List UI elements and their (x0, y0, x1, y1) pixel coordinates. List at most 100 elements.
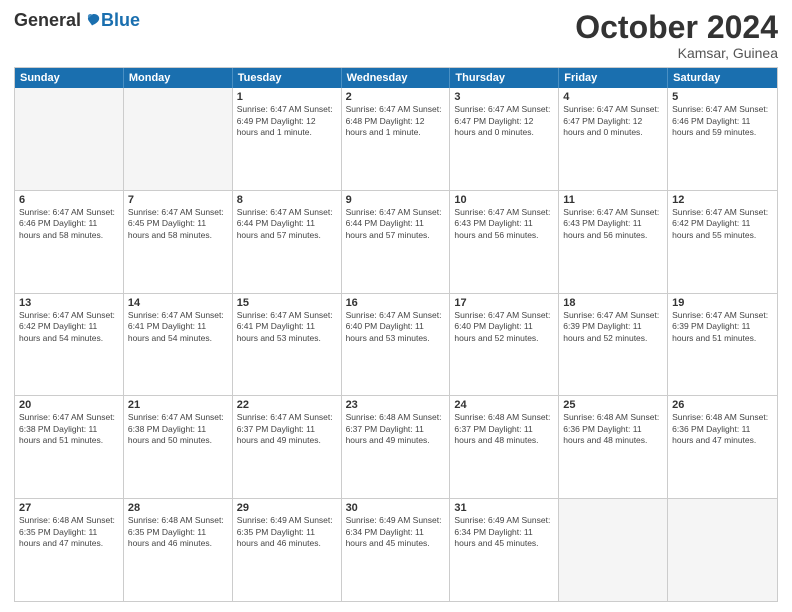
day-number: 7 (128, 194, 228, 206)
day-info: Sunrise: 6:49 AM Sunset: 6:35 PM Dayligh… (237, 515, 337, 549)
day-info: Sunrise: 6:47 AM Sunset: 6:44 PM Dayligh… (346, 207, 446, 241)
day-number: 14 (128, 297, 228, 309)
day-number: 8 (237, 194, 337, 206)
calendar-cell: 26Sunrise: 6:48 AM Sunset: 6:36 PM Dayli… (668, 396, 777, 498)
calendar-cell: 9Sunrise: 6:47 AM Sunset: 6:44 PM Daylig… (342, 191, 451, 293)
calendar-cell: 22Sunrise: 6:47 AM Sunset: 6:37 PM Dayli… (233, 396, 342, 498)
header-day-friday: Friday (559, 68, 668, 88)
day-info: Sunrise: 6:47 AM Sunset: 6:49 PM Dayligh… (237, 104, 337, 138)
day-number: 22 (237, 399, 337, 411)
day-number: 19 (672, 297, 773, 309)
calendar-week-2: 6Sunrise: 6:47 AM Sunset: 6:46 PM Daylig… (15, 191, 777, 294)
calendar-cell: 2Sunrise: 6:47 AM Sunset: 6:48 PM Daylig… (342, 88, 451, 190)
calendar-cell: 11Sunrise: 6:47 AM Sunset: 6:43 PM Dayli… (559, 191, 668, 293)
calendar-cell: 21Sunrise: 6:47 AM Sunset: 6:38 PM Dayli… (124, 396, 233, 498)
day-number: 17 (454, 297, 554, 309)
calendar-cell: 16Sunrise: 6:47 AM Sunset: 6:40 PM Dayli… (342, 294, 451, 396)
header-day-wednesday: Wednesday (342, 68, 451, 88)
day-number: 20 (19, 399, 119, 411)
day-info: Sunrise: 6:49 AM Sunset: 6:34 PM Dayligh… (454, 515, 554, 549)
day-number: 9 (346, 194, 446, 206)
logo-general-text: General (14, 10, 81, 31)
logo-bird-icon (83, 12, 101, 30)
day-info: Sunrise: 6:47 AM Sunset: 6:47 PM Dayligh… (563, 104, 663, 138)
day-info: Sunrise: 6:47 AM Sunset: 6:44 PM Dayligh… (237, 207, 337, 241)
day-number: 15 (237, 297, 337, 309)
calendar-cell: 6Sunrise: 6:47 AM Sunset: 6:46 PM Daylig… (15, 191, 124, 293)
calendar-cell: 10Sunrise: 6:47 AM Sunset: 6:43 PM Dayli… (450, 191, 559, 293)
title-block: October 2024 Kamsar, Guinea (575, 10, 778, 61)
day-info: Sunrise: 6:47 AM Sunset: 6:43 PM Dayligh… (563, 207, 663, 241)
day-info: Sunrise: 6:47 AM Sunset: 6:46 PM Dayligh… (672, 104, 773, 138)
day-number: 12 (672, 194, 773, 206)
day-info: Sunrise: 6:49 AM Sunset: 6:34 PM Dayligh… (346, 515, 446, 549)
day-number: 21 (128, 399, 228, 411)
day-info: Sunrise: 6:47 AM Sunset: 6:37 PM Dayligh… (237, 412, 337, 446)
day-info: Sunrise: 6:48 AM Sunset: 6:36 PM Dayligh… (672, 412, 773, 446)
day-info: Sunrise: 6:47 AM Sunset: 6:46 PM Dayligh… (19, 207, 119, 241)
day-info: Sunrise: 6:48 AM Sunset: 6:35 PM Dayligh… (19, 515, 119, 549)
calendar-body: 1Sunrise: 6:47 AM Sunset: 6:49 PM Daylig… (15, 88, 777, 601)
calendar-cell: 24Sunrise: 6:48 AM Sunset: 6:37 PM Dayli… (450, 396, 559, 498)
day-number: 2 (346, 91, 446, 103)
calendar-cell: 25Sunrise: 6:48 AM Sunset: 6:36 PM Dayli… (559, 396, 668, 498)
day-number: 23 (346, 399, 446, 411)
calendar-cell: 5Sunrise: 6:47 AM Sunset: 6:46 PM Daylig… (668, 88, 777, 190)
day-number: 28 (128, 502, 228, 514)
day-info: Sunrise: 6:47 AM Sunset: 6:41 PM Dayligh… (237, 310, 337, 344)
header-day-sunday: Sunday (15, 68, 124, 88)
calendar-cell: 8Sunrise: 6:47 AM Sunset: 6:44 PM Daylig… (233, 191, 342, 293)
day-number: 18 (563, 297, 663, 309)
calendar-cell: 23Sunrise: 6:48 AM Sunset: 6:37 PM Dayli… (342, 396, 451, 498)
calendar-week-3: 13Sunrise: 6:47 AM Sunset: 6:42 PM Dayli… (15, 294, 777, 397)
day-info: Sunrise: 6:47 AM Sunset: 6:47 PM Dayligh… (454, 104, 554, 138)
header-day-saturday: Saturday (668, 68, 777, 88)
day-number: 13 (19, 297, 119, 309)
calendar-cell (124, 88, 233, 190)
day-info: Sunrise: 6:47 AM Sunset: 6:48 PM Dayligh… (346, 104, 446, 138)
day-info: Sunrise: 6:47 AM Sunset: 6:42 PM Dayligh… (19, 310, 119, 344)
calendar-cell (668, 499, 777, 601)
day-number: 31 (454, 502, 554, 514)
calendar-cell: 7Sunrise: 6:47 AM Sunset: 6:45 PM Daylig… (124, 191, 233, 293)
calendar-cell: 4Sunrise: 6:47 AM Sunset: 6:47 PM Daylig… (559, 88, 668, 190)
day-number: 5 (672, 91, 773, 103)
day-info: Sunrise: 6:47 AM Sunset: 6:41 PM Dayligh… (128, 310, 228, 344)
calendar-cell: 20Sunrise: 6:47 AM Sunset: 6:38 PM Dayli… (15, 396, 124, 498)
day-number: 1 (237, 91, 337, 103)
calendar-cell: 18Sunrise: 6:47 AM Sunset: 6:39 PM Dayli… (559, 294, 668, 396)
calendar-cell: 29Sunrise: 6:49 AM Sunset: 6:35 PM Dayli… (233, 499, 342, 601)
page-container: General Blue October 2024 Kamsar, Guinea… (0, 0, 792, 612)
calendar-cell: 3Sunrise: 6:47 AM Sunset: 6:47 PM Daylig… (450, 88, 559, 190)
calendar-cell: 31Sunrise: 6:49 AM Sunset: 6:34 PM Dayli… (450, 499, 559, 601)
logo: General Blue (14, 10, 140, 31)
day-number: 30 (346, 502, 446, 514)
calendar-cell: 15Sunrise: 6:47 AM Sunset: 6:41 PM Dayli… (233, 294, 342, 396)
day-number: 3 (454, 91, 554, 103)
day-info: Sunrise: 6:48 AM Sunset: 6:36 PM Dayligh… (563, 412, 663, 446)
day-number: 11 (563, 194, 663, 206)
calendar-cell: 19Sunrise: 6:47 AM Sunset: 6:39 PM Dayli… (668, 294, 777, 396)
calendar-cell (559, 499, 668, 601)
day-number: 29 (237, 502, 337, 514)
calendar-week-5: 27Sunrise: 6:48 AM Sunset: 6:35 PM Dayli… (15, 499, 777, 601)
calendar-cell: 28Sunrise: 6:48 AM Sunset: 6:35 PM Dayli… (124, 499, 233, 601)
day-info: Sunrise: 6:47 AM Sunset: 6:39 PM Dayligh… (672, 310, 773, 344)
day-info: Sunrise: 6:48 AM Sunset: 6:37 PM Dayligh… (346, 412, 446, 446)
day-number: 6 (19, 194, 119, 206)
header-day-monday: Monday (124, 68, 233, 88)
day-number: 24 (454, 399, 554, 411)
day-info: Sunrise: 6:48 AM Sunset: 6:35 PM Dayligh… (128, 515, 228, 549)
calendar-header: SundayMondayTuesdayWednesdayThursdayFrid… (15, 68, 777, 88)
calendar-cell: 27Sunrise: 6:48 AM Sunset: 6:35 PM Dayli… (15, 499, 124, 601)
calendar-cell: 14Sunrise: 6:47 AM Sunset: 6:41 PM Dayli… (124, 294, 233, 396)
header-day-thursday: Thursday (450, 68, 559, 88)
day-info: Sunrise: 6:47 AM Sunset: 6:40 PM Dayligh… (454, 310, 554, 344)
month-title: October 2024 (575, 10, 778, 45)
calendar-cell: 12Sunrise: 6:47 AM Sunset: 6:42 PM Dayli… (668, 191, 777, 293)
day-info: Sunrise: 6:47 AM Sunset: 6:39 PM Dayligh… (563, 310, 663, 344)
logo-blue-text: Blue (101, 10, 140, 31)
location: Kamsar, Guinea (575, 45, 778, 61)
calendar: SundayMondayTuesdayWednesdayThursdayFrid… (14, 67, 778, 602)
page-header: General Blue October 2024 Kamsar, Guinea (14, 10, 778, 61)
